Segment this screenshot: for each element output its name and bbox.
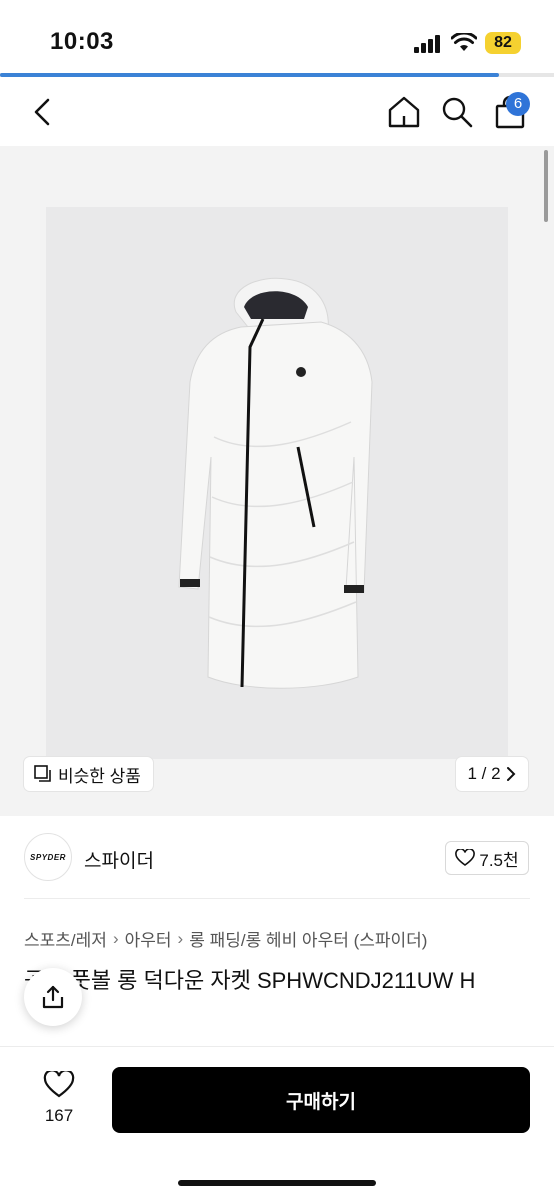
product-title: 공용 풋볼 롱 덕다운 자켓 SPHWCNDJ211UW H [24,968,476,993]
breadcrumb-item[interactable]: 아우터 [125,926,172,951]
cellular-signal-icon [414,35,440,53]
page-progress-fill [0,73,499,77]
wishlist-button[interactable]: 167 [30,1069,88,1126]
chevron-right-icon: › [177,928,184,948]
home-indicator [178,1180,376,1186]
chevron-right-icon [506,767,515,781]
brand-like-button[interactable]: 7.5천 [445,841,529,875]
product-image[interactable] [46,207,508,759]
breadcrumb-item[interactable]: 스포츠/레저 [24,926,107,951]
home-icon[interactable] [386,94,422,130]
similar-products-label: 비슷한 상품 [58,766,141,786]
chevron-right-icon: › [112,928,119,948]
battery-indicator: 82 [485,32,521,54]
similar-items-icon [34,765,51,782]
heart-icon [43,1069,75,1098]
share-button[interactable] [24,968,82,1026]
breadcrumb-item[interactable]: 롱 패딩/롱 헤비 아우터 (스파이더) [189,926,427,951]
similar-products-button[interactable]: 비슷한 상품 [24,757,153,791]
top-nav [0,80,554,144]
wishlist-count: 167 [44,1106,74,1125]
status-bar: 10:03 82 [0,0,554,72]
share-icon [42,985,64,1009]
status-time: 10:03 [50,28,114,55]
jacket-illustration [178,277,373,689]
scrollbar-thumb[interactable] [544,150,548,222]
buy-button[interactable]: 구매하기 [112,1067,530,1133]
brand-row[interactable]: SPYDER 스파이더 7.5천 [0,826,554,890]
back-arrow-icon[interactable] [26,94,58,130]
heart-icon [455,849,476,866]
breadcrumb: 스포츠/레저 › 아우터 › 롱 패딩/롱 헤비 아우터 (스파이더) [24,926,427,951]
image-pager-label: 1 / 2 [467,764,501,783]
image-pager-button[interactable]: 1 / 2 [456,757,528,791]
brand-name[interactable]: 스파이더 [84,846,154,873]
search-icon[interactable] [440,94,474,130]
brand-like-count: 7.5천 [479,850,519,870]
section-divider [24,898,530,899]
bottom-action-bar: 167 구매하기 [0,1046,554,1200]
cart-count-badge: 6 [506,92,530,116]
brand-logo[interactable]: SPYDER [24,833,72,881]
page-progress-bar [0,73,554,77]
product-gallery[interactable]: 비슷한 상품 1 / 2 [0,146,554,816]
wifi-icon [451,33,477,51]
